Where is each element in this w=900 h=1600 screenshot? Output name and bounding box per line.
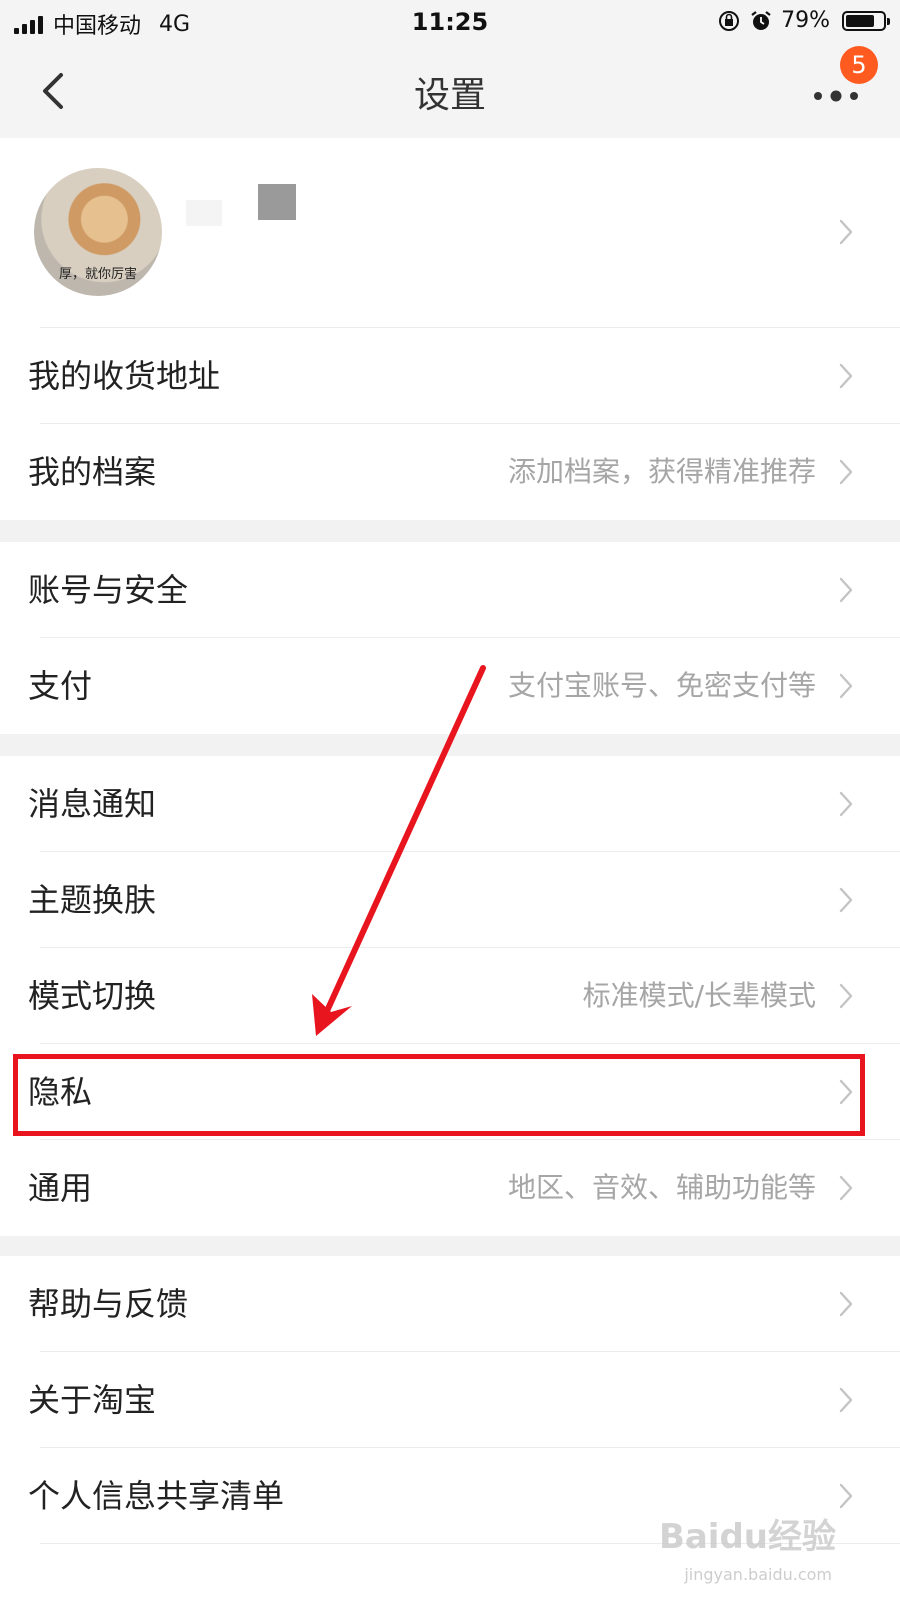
item-label: 通用	[28, 1169, 93, 1207]
battery-icon	[842, 10, 890, 31]
redacted-badge	[258, 184, 296, 220]
notification-badge: 5	[840, 46, 878, 84]
item-label: 我的收货地址	[28, 357, 221, 395]
battery-percent: 79%	[781, 8, 830, 33]
item-label: 账号与安全	[28, 571, 189, 609]
status-right: 79%	[717, 8, 890, 33]
watermark-logo: Baidu经验	[658, 1517, 836, 1557]
item-hint: 地区、音效、辅助功能等	[507, 1171, 816, 1204]
privacy-highlight-box	[13, 1054, 865, 1136]
settings-item-about[interactable]: 关于淘宝	[0, 1352, 900, 1448]
chevron-right-icon	[839, 1387, 853, 1413]
section-preferences: 消息通知 主题换肤 模式切换 标准模式/长辈模式 隐私 通用 地区、音效、辅助功…	[0, 756, 900, 1236]
chevron-right-icon	[839, 1175, 853, 1201]
chevron-right-icon	[839, 219, 853, 245]
item-hint: 支付宝账号、免密支付等	[507, 669, 816, 702]
item-label: 消息通知	[28, 785, 157, 823]
item-label: 我的档案	[28, 453, 157, 491]
settings-item-address[interactable]: 我的收货地址	[0, 328, 900, 424]
section-account-payment: 账号与安全 支付 支付宝账号、免密支付等	[0, 542, 900, 734]
chevron-right-icon	[839, 1291, 853, 1317]
item-label: 个人信息共享清单	[28, 1477, 285, 1515]
item-label: 关于淘宝	[28, 1381, 157, 1419]
settings-item-account-security[interactable]: 账号与安全	[0, 542, 900, 638]
status-bar: 中国移动 4G 11:25 79%	[0, 0, 900, 46]
chevron-right-icon	[839, 363, 853, 389]
profile-row[interactable]: 厚，就你厉害	[0, 138, 900, 328]
avatar-caption: 厚，就你厉害	[58, 267, 137, 282]
settings-item-general[interactable]: 通用 地区、音效、辅助功能等	[0, 1140, 900, 1236]
settings-item-theme[interactable]: 主题换肤	[0, 852, 900, 948]
rotation-lock-icon	[719, 10, 740, 31]
page-title: 设置	[413, 75, 486, 116]
chevron-right-icon	[839, 887, 853, 913]
settings-item-help-feedback[interactable]: 帮助与反馈	[0, 1256, 900, 1352]
chevron-right-icon	[839, 673, 853, 699]
chevron-right-icon	[839, 1483, 853, 1509]
item-label: 帮助与反馈	[28, 1285, 189, 1323]
more-button[interactable]	[810, 78, 870, 118]
settings-item-profile[interactable]: 我的档案 添加档案，获得精准推荐	[0, 424, 900, 520]
item-label: 主题换肤	[28, 881, 157, 919]
redacted-username	[186, 200, 222, 226]
section-address-profile: 我的收货地址 我的档案 添加档案，获得精准推荐	[0, 328, 900, 520]
chevron-right-icon	[839, 577, 853, 603]
avatar: 厚，就你厉害	[34, 168, 162, 296]
chevron-right-icon	[839, 459, 853, 485]
item-hint: 添加档案，获得精准推荐	[507, 455, 816, 488]
settings-item-notifications[interactable]: 消息通知	[0, 756, 900, 852]
chevron-right-icon	[839, 983, 853, 1009]
more-dots-icon	[814, 90, 858, 102]
watermark-url: jingyan.baidu.com	[684, 1565, 832, 1584]
alarm-icon	[751, 10, 771, 30]
item-label: 支付	[28, 667, 93, 705]
item-hint: 标准模式/长辈模式	[582, 979, 816, 1012]
settings-item-payment[interactable]: 支付 支付宝账号、免密支付等	[0, 638, 900, 734]
nav-bar: 设置 5	[0, 46, 900, 138]
settings-item-mode-switch[interactable]: 模式切换 标准模式/长辈模式	[0, 948, 900, 1044]
item-label: 模式切换	[28, 977, 157, 1015]
chevron-right-icon	[839, 791, 853, 817]
